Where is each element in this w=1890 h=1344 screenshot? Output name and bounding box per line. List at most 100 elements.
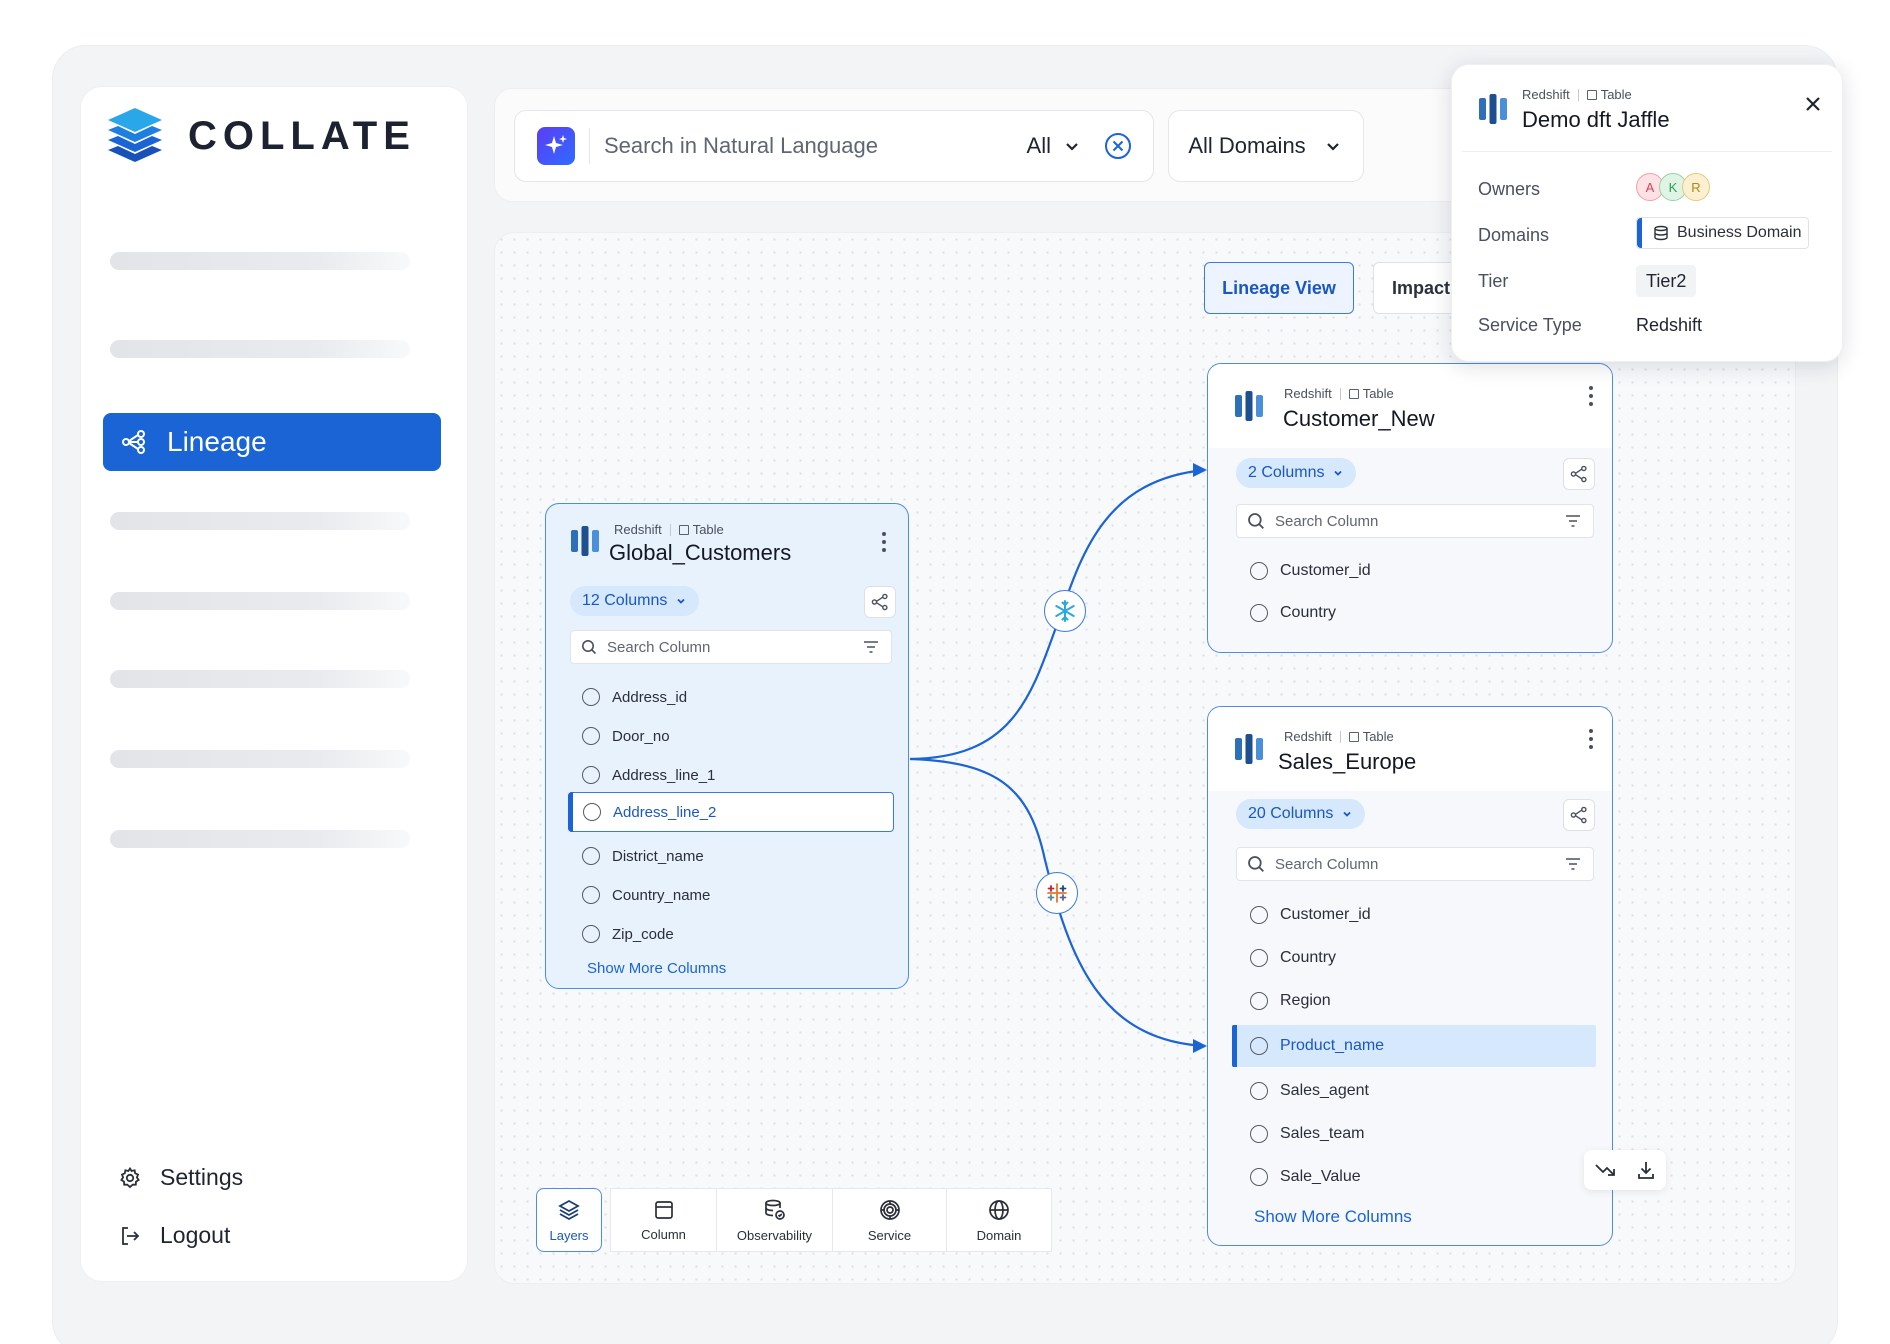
column-row[interactable]: Customer_id <box>1250 900 1580 930</box>
chevron-down-icon <box>677 598 686 604</box>
lineage-icon <box>1570 806 1587 824</box>
search-icon <box>1248 513 1264 529</box>
table-icon <box>678 524 689 535</box>
column-row-selected[interactable]: Address_line_2 <box>568 792 894 832</box>
domain-chip[interactable]: Business Domain <box>1636 217 1809 249</box>
column-row[interactable]: Customer_id <box>1250 556 1580 586</box>
close-icon[interactable] <box>1804 95 1822 113</box>
column-row[interactable]: Country <box>1250 598 1580 628</box>
source-divider <box>669 523 671 536</box>
column-name: District_name <box>612 847 704 865</box>
column-radio <box>1250 992 1268 1010</box>
column-search-input[interactable]: Search Column <box>1236 504 1594 538</box>
sidebar-item-lineage[interactable]: Lineage <box>103 413 441 471</box>
table-icon <box>1348 388 1359 399</box>
trend-down-icon[interactable] <box>1594 1160 1616 1180</box>
node-source: Redshift Table <box>1284 386 1394 401</box>
column-row[interactable]: Sale_Value <box>1250 1162 1580 1192</box>
search-input[interactable]: Search in Natural Language <box>604 133 1027 159</box>
more-options-icon[interactable] <box>882 532 888 556</box>
column-row[interactable]: Address_line_1 <box>582 760 882 790</box>
search-divider <box>589 128 590 164</box>
avatar[interactable]: R <box>1682 173 1710 201</box>
redshift-icon <box>571 526 599 556</box>
column-radio <box>582 886 600 904</box>
column-row-selected[interactable]: Product_name <box>1232 1025 1596 1067</box>
column-lineage-button[interactable] <box>864 586 896 618</box>
search-scope-value: All <box>1026 133 1051 158</box>
tier-label: Tier <box>1478 271 1509 291</box>
column-name: Customer_id <box>1280 562 1371 579</box>
chevron-down-icon <box>1066 143 1078 151</box>
download-icon[interactable] <box>1636 1160 1656 1180</box>
domains-select-value: All Domains <box>1188 133 1306 158</box>
node-global-customers[interactable]: Redshift Table Global_Customers 12 Column… <box>545 503 909 989</box>
search-box[interactable]: Search in Natural Language All <box>514 110 1154 182</box>
chevron-down-icon <box>1343 811 1352 817</box>
globe-icon <box>989 1199 1009 1220</box>
node-sales-europe[interactable]: Redshift Table Sales_Europe 20 Columns Se… <box>1207 706 1613 1246</box>
lineage-icon <box>122 430 145 454</box>
clear-search-icon[interactable] <box>1103 131 1133 161</box>
logout-label: Logout <box>160 1222 231 1248</box>
column-row[interactable]: Region <box>1250 986 1580 1016</box>
nav-placeholder <box>110 592 410 610</box>
column-search-input[interactable]: Search Column <box>570 630 892 664</box>
toolbar-observability-button[interactable]: Observability <box>716 1188 832 1252</box>
gear-icon <box>120 1166 140 1188</box>
column-row[interactable]: Country_name <box>582 880 882 910</box>
column-lineage-button[interactable] <box>1563 458 1595 490</box>
columns-count-pill[interactable]: 2 Columns <box>1236 458 1357 488</box>
column-row[interactable]: Country <box>1250 943 1580 973</box>
toolbar-domain-button[interactable]: Domain <box>946 1188 1052 1252</box>
columns-count: 20 Columns <box>1248 805 1334 822</box>
search-icon <box>1248 856 1264 872</box>
column-search-input[interactable]: Search Column <box>1236 847 1594 881</box>
column-search-placeholder: Search Column <box>607 638 711 656</box>
column-row[interactable]: Address_id <box>582 682 882 712</box>
search-scope-select[interactable]: All <box>1027 133 1083 159</box>
tier-badge: Tier2 <box>1636 265 1697 297</box>
sidebar-item-settings[interactable]: Settings <box>118 1164 243 1191</box>
column-name: Address_line_2 <box>613 803 717 821</box>
database-icon <box>1654 225 1668 241</box>
logo: COLLATE <box>104 106 416 166</box>
column-row[interactable]: Sales_agent <box>1250 1076 1580 1106</box>
column-row[interactable]: Door_no <box>582 721 882 751</box>
service-name: Redshift <box>614 522 662 537</box>
more-options-icon[interactable] <box>1589 386 1595 410</box>
column-row[interactable]: Zip_code <box>582 919 882 949</box>
show-more-columns-link[interactable]: Show More Columns <box>1254 1207 1412 1227</box>
more-options-icon[interactable] <box>1589 729 1595 753</box>
search-icon <box>582 640 597 655</box>
node-customer-new[interactable]: Redshift Table Customer_New 2 Columns Sea… <box>1207 363 1613 653</box>
domains-select[interactable]: All Domains <box>1168 110 1364 182</box>
show-more-columns-link[interactable]: Show More Columns <box>587 960 726 977</box>
domain-name: Business Domain <box>1677 224 1802 241</box>
snowflake-icon <box>1055 600 1075 622</box>
column-name: Door_no <box>612 727 670 745</box>
columns-count-pill[interactable]: 12 Columns <box>570 586 700 616</box>
column-row[interactable]: Sales_team <box>1250 1119 1580 1149</box>
column-radio <box>582 688 600 706</box>
column-radio <box>1250 1082 1268 1100</box>
lineage-view-button[interactable]: Lineage View <box>1204 262 1354 314</box>
column-radio <box>1250 1125 1268 1143</box>
toolbar-column-button[interactable]: Column <box>610 1188 716 1252</box>
filter-icon[interactable] <box>863 641 879 653</box>
toolbar-service-button[interactable]: Service <box>832 1188 946 1252</box>
tableau-pipeline-badge[interactable] <box>1036 872 1078 914</box>
filter-icon[interactable] <box>1565 858 1581 870</box>
filter-icon[interactable] <box>1565 515 1581 527</box>
sidebar-item-logout[interactable]: Logout <box>118 1222 230 1249</box>
columns-count-pill[interactable]: 20 Columns <box>1236 799 1366 829</box>
nav-placeholder <box>110 252 410 270</box>
column-lineage-button[interactable] <box>1563 799 1595 831</box>
redshift-icon <box>1235 734 1263 764</box>
snowflake-pipeline-badge[interactable] <box>1044 590 1086 632</box>
node-title: Global_Customers <box>609 540 792 565</box>
nav-placeholder <box>110 830 410 848</box>
column-row[interactable]: District_name <box>582 841 882 871</box>
toolbar-layers-button[interactable]: Layers <box>536 1188 602 1252</box>
column-name: Zip_code <box>612 925 674 943</box>
